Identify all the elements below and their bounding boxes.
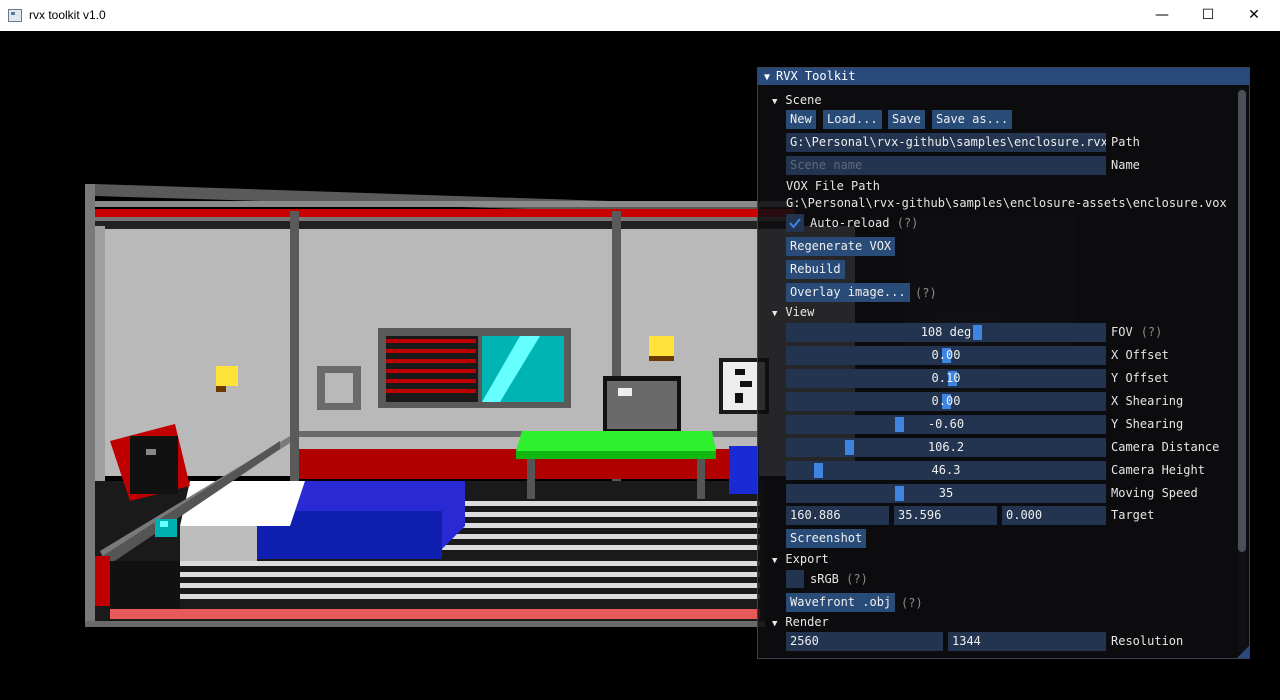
camera-distance-slider[interactable]: 106.2 xyxy=(786,438,1106,457)
rvx-toolkit-panel: ▼ RVX Toolkit ▼ Scene New Load... Save Sav… xyxy=(757,67,1250,659)
x-offset-slider[interactable]: 0.00 xyxy=(786,346,1106,365)
y-shearing-label: Y Shearing xyxy=(1111,415,1183,434)
y-shearing-value: -0.60 xyxy=(927,417,965,431)
target-z-input[interactable]: 0.000 xyxy=(1002,506,1106,525)
y-shearing-slider[interactable]: -0.60 xyxy=(786,415,1106,434)
target-label: Target xyxy=(1111,508,1155,522)
x-shearing-label: X Shearing xyxy=(1111,392,1183,411)
x-offset-label-text: X Offset xyxy=(1111,348,1169,362)
moving-speed-value: 35 xyxy=(938,486,954,500)
srgb-help-icon[interactable]: (?) xyxy=(846,572,868,586)
y-offset-slider[interactable]: 0.10 xyxy=(786,369,1106,388)
panel-title: RVX Toolkit xyxy=(776,69,856,83)
view-header[interactable]: ▼ View xyxy=(772,305,814,319)
moving-speed-label-text: Moving Speed xyxy=(1111,486,1198,500)
expand-triangle-icon: ▼ xyxy=(772,556,778,566)
moving-speed-slider[interactable]: 35 xyxy=(786,484,1106,503)
save-as-button[interactable]: Save as... xyxy=(932,110,1013,129)
app-icon xyxy=(8,9,22,22)
vox-file-path-label: VOX File Path xyxy=(786,179,880,193)
scene-name-input[interactable]: Scene name xyxy=(786,156,1106,175)
scene-header[interactable]: ▼ Scene xyxy=(772,93,822,107)
load-button[interactable]: Load... xyxy=(823,110,882,129)
fov-label-text: FOV xyxy=(1111,325,1133,339)
camera-distance-label: Camera Distance xyxy=(1111,438,1219,457)
srgb-label: sRGB (?) xyxy=(810,572,868,586)
x-shearing-label-text: X Shearing xyxy=(1111,394,1184,408)
window-title: rvx toolkit v1.0 xyxy=(29,8,106,22)
camera-distance-label-text: Camera Distance xyxy=(1111,440,1220,454)
y-offset-value: 0.10 xyxy=(931,371,961,385)
wavefront-help-icon[interactable]: (?) xyxy=(901,596,923,610)
scene-header-label: Scene xyxy=(785,93,822,107)
camera-distance-value: 106.2 xyxy=(927,440,965,454)
expand-triangle-icon: ▼ xyxy=(772,97,778,107)
auto-reload-help-icon[interactable]: (?) xyxy=(897,216,919,230)
new-button[interactable]: New xyxy=(786,110,816,129)
expand-triangle-icon: ▼ xyxy=(772,619,778,629)
panel-scrollbar-thumb[interactable] xyxy=(1238,90,1246,552)
y-offset-label: Y Offset xyxy=(1111,369,1169,388)
camera-height-value: 46.3 xyxy=(931,463,961,477)
overlay-help-icon[interactable]: (?) xyxy=(915,286,937,300)
scene-path-input[interactable]: G:\Personal\rvx-github\samples\enclosure… xyxy=(786,133,1106,152)
camera-height-slider[interactable]: 46.3 xyxy=(786,461,1106,480)
x-offset-label: X Offset xyxy=(1111,346,1169,365)
export-header-label: Export xyxy=(785,552,829,566)
target-y-input[interactable]: 35.596 xyxy=(894,506,997,525)
x-shearing-slider[interactable]: 0.00 xyxy=(786,392,1106,411)
vox-file-path-value: G:\Personal\rvx-github\samples\enclosure… xyxy=(786,196,1227,210)
auto-reload-label: Auto-reload (?) xyxy=(810,216,919,230)
resize-grip[interactable] xyxy=(1237,646,1249,658)
wavefront-obj-button[interactable]: Wavefront .obj xyxy=(786,593,896,612)
view-header-label: View xyxy=(785,305,815,319)
save-button[interactable]: Save xyxy=(888,110,925,129)
path-label: Path xyxy=(1111,135,1140,149)
resolution-height-input[interactable]: 1344 xyxy=(948,632,1106,651)
overlay-image-button[interactable]: Overlay image... xyxy=(786,283,910,302)
y-offset-label-text: Y Offset xyxy=(1111,371,1169,385)
render-header[interactable]: ▼ Render xyxy=(772,615,829,629)
minimize-button[interactable]: — xyxy=(1139,0,1185,31)
fov-slider[interactable]: 108 deg xyxy=(786,323,1106,342)
close-button[interactable]: ✕ xyxy=(1231,0,1277,31)
screenshot-button[interactable]: Screenshot xyxy=(786,529,867,548)
window-titlebar: rvx toolkit v1.0 — ☐ ✕ xyxy=(0,0,1280,31)
moving-speed-label: Moving Speed xyxy=(1111,484,1198,503)
camera-height-label: Camera Height xyxy=(1111,461,1205,480)
checkmark-icon xyxy=(789,218,801,229)
collapse-triangle-icon[interactable]: ▼ xyxy=(764,72,770,83)
fov-help-icon[interactable]: (?) xyxy=(1141,325,1163,339)
rebuild-button[interactable]: Rebuild xyxy=(786,260,845,279)
name-label: Name xyxy=(1111,158,1140,172)
fov-value: 108 deg xyxy=(920,325,972,339)
srgb-checkbox[interactable] xyxy=(786,570,804,588)
export-header[interactable]: ▼ Export xyxy=(772,552,829,566)
auto-reload-checkbox[interactable] xyxy=(786,214,804,232)
target-x-input[interactable]: 160.886 xyxy=(786,506,889,525)
fov-label: FOV (?) xyxy=(1111,323,1162,342)
x-offset-value: 0.00 xyxy=(931,348,961,362)
maximize-button[interactable]: ☐ xyxy=(1185,0,1231,31)
regenerate-vox-button[interactable]: Regenerate VOX xyxy=(786,237,896,256)
x-shearing-value: 0.00 xyxy=(931,394,961,408)
camera-height-label-text: Camera Height xyxy=(1111,463,1205,477)
render-header-label: Render xyxy=(785,615,829,629)
y-shearing-label-text: Y Shearing xyxy=(1111,417,1184,431)
expand-triangle-icon: ▼ xyxy=(772,309,778,319)
resolution-label: Resolution xyxy=(1111,634,1184,648)
panel-titlebar[interactable]: ▼ RVX Toolkit xyxy=(758,68,1249,85)
resolution-width-input[interactable]: 2560 xyxy=(786,632,943,651)
